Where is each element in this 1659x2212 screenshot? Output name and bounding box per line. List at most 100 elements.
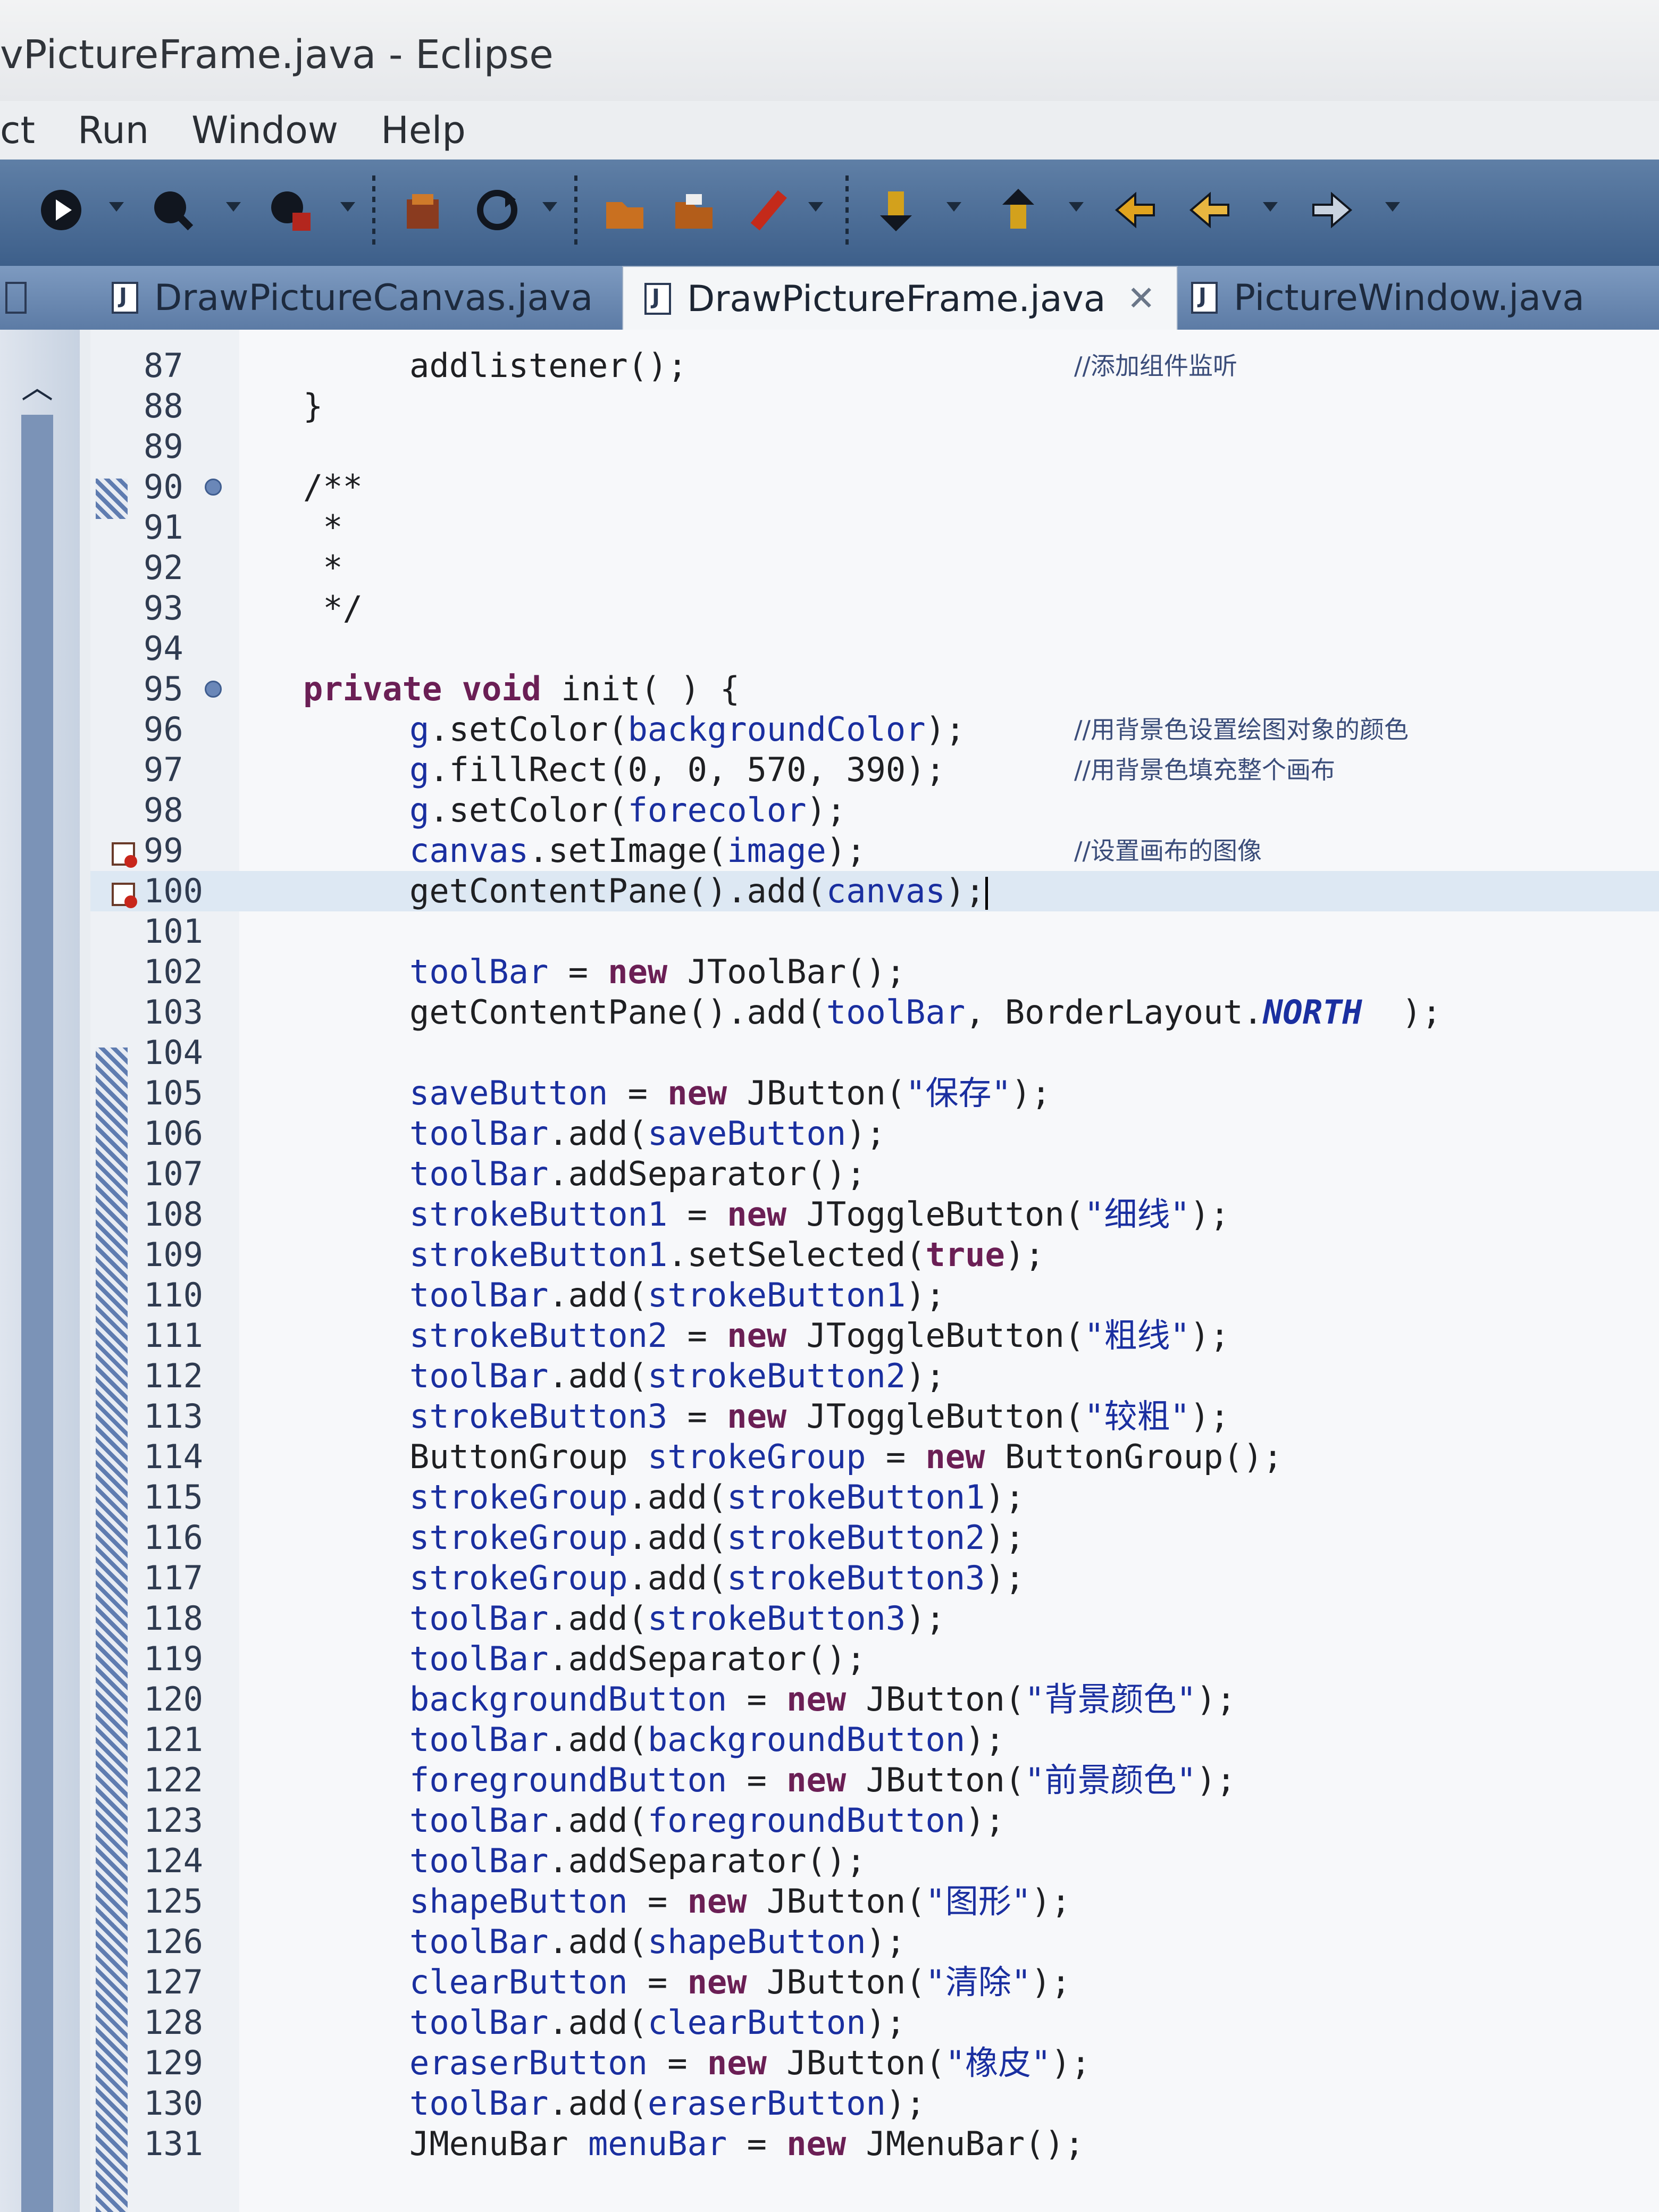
code-line[interactable]: 125 shapeButton = new JButton("图形"); — [90, 1881, 1659, 1922]
code-line[interactable]: 130 toolBar.add(eraserButton); — [90, 2083, 1659, 2124]
code-line[interactable]: 110 toolBar.add(strokeButton1); — [90, 1275, 1659, 1316]
code-text: toolBar.add(saveButton); — [409, 1114, 886, 1153]
line-number: 104 — [144, 1033, 203, 1072]
code-line[interactable]: 124 toolBar.addSeparator(); — [90, 1841, 1659, 1881]
code-line[interactable]: 129 eraserButton = new JButton("橡皮"); — [90, 2043, 1659, 2083]
code-text: getContentPane().add(toolBar, BorderLayo… — [409, 993, 1442, 1032]
code-line[interactable]: 88} — [90, 386, 1659, 426]
code-line[interactable]: 122 foregroundButton = new JButton("前景颜色"… — [90, 1760, 1659, 1800]
fold-toggle-icon[interactable] — [205, 479, 222, 496]
code-line[interactable]: 127 clearButton = new JButton("清除"); — [90, 1962, 1659, 2002]
code-line[interactable]: 103 getContentPane().add(toolBar, BorderL… — [90, 992, 1659, 1033]
code-line[interactable]: 126 toolBar.add(shapeButton); — [90, 1922, 1659, 1962]
code-line[interactable]: 108 strokeButton1 = new JToggleButton("细线… — [90, 1194, 1659, 1235]
code-text: g.fillRect(0, 0, 570, 390); — [409, 750, 945, 789]
code-line[interactable]: 128 toolBar.add(clearButton); — [90, 2002, 1659, 2043]
edit-icon[interactable] — [739, 181, 798, 239]
open-type-icon[interactable] — [596, 181, 654, 239]
code-text: canvas.setImage(image); — [409, 831, 866, 870]
code-text: toolBar.addSeparator(); — [409, 1841, 866, 1880]
code-text: strokeButton1 = new JToggleButton("细线"); — [409, 1195, 1230, 1234]
error-marker-icon[interactable] — [112, 878, 138, 908]
code-line[interactable]: 113 strokeButton3 = new JToggleButton("较粗… — [90, 1396, 1659, 1437]
code-text: strokeGroup.add(strokeButton3); — [409, 1559, 1025, 1597]
forward-icon[interactable] — [1303, 181, 1361, 239]
last-edit-icon[interactable] — [1106, 181, 1164, 239]
debug-icon[interactable] — [32, 181, 90, 239]
code-line[interactable]: 115 strokeGroup.add(strokeButton1); — [90, 1477, 1659, 1518]
menu-run[interactable]: Run — [78, 108, 149, 152]
code-editor[interactable]: 87 addlistener();//添加组件监听 88} 89 90/** 91 * 92… — [90, 330, 1659, 2212]
code-line[interactable]: 95 private void init( ) { — [90, 669, 1659, 709]
new-package-icon[interactable] — [393, 181, 452, 239]
tab-picturewindow[interactable]: PictureWindow.java — [1170, 266, 1606, 330]
chevron-up-icon[interactable]: ︿ — [21, 362, 53, 408]
code-line[interactable]: 109 strokeButton1.setSelected(true); — [90, 1235, 1659, 1275]
line-number: 115 — [144, 1478, 203, 1516]
code-line[interactable]: 106 toolBar.add(saveButton); — [90, 1113, 1659, 1154]
code-line[interactable]: 105 saveButton = new JButton("保存"); — [90, 1073, 1659, 1113]
tab-label: DrawPictureCanvas.java — [154, 276, 593, 319]
line-number: 109 — [144, 1235, 203, 1274]
code-text: toolBar.add(foregroundButton); — [409, 1801, 1005, 1840]
code-line[interactable]: 111 strokeButton2 = new JToggleButton("粗线… — [90, 1316, 1659, 1356]
code-line[interactable]: 120 backgroundButton = new JButton("背景颜色"… — [90, 1679, 1659, 1720]
external-tools-icon[interactable] — [261, 181, 319, 239]
line-number: 118 — [144, 1599, 203, 1638]
code-text: /** — [303, 467, 363, 506]
code-line[interactable]: 112 toolBar.add(strokeButton2); — [90, 1356, 1659, 1396]
close-tab-icon[interactable]: ✕ — [1127, 279, 1155, 319]
code-line[interactable]: 89 — [90, 426, 1659, 467]
tab-label: PictureWindow.java — [1234, 276, 1585, 319]
next-annotation-icon[interactable] — [867, 181, 925, 239]
code-comment: //设置画布的图像 — [1074, 836, 1262, 865]
line-number: 127 — [144, 1963, 203, 2001]
code-line[interactable]: 98 g.setColor(forecolor); — [90, 790, 1659, 831]
menu-help[interactable]: Help — [381, 108, 466, 152]
minimize-icon[interactable] — [5, 282, 27, 314]
code-text: clearButton = new JButton("清除"); — [409, 1963, 1071, 2001]
code-line[interactable]: 94 — [90, 629, 1659, 669]
code-text: toolBar.add(strokeButton1); — [409, 1276, 945, 1314]
code-line[interactable]: 118 toolBar.add(strokeButton3); — [90, 1598, 1659, 1639]
code-line[interactable]: 117 strokeGroup.add(strokeButton3); — [90, 1558, 1659, 1598]
menu-project[interactable]: ct — [0, 108, 35, 152]
code-line[interactable]: 99 canvas.setImage(image); //设置画布的图像 — [90, 831, 1659, 871]
line-number: 128 — [144, 2003, 203, 2042]
code-line[interactable]: 87 addlistener(); //添加组件监听 — [90, 346, 1659, 386]
code-text: toolBar.add(clearButton); — [409, 2003, 906, 2042]
code-line[interactable]: 96 g.setColor(backgroundColor); //用背景色设置绘图… — [90, 709, 1659, 750]
overview-ruler[interactable] — [21, 415, 53, 2212]
run-icon[interactable] — [144, 181, 202, 239]
tab-drawpicturecanvas[interactable]: DrawPictureCanvas.java — [90, 266, 614, 330]
code-line[interactable]: 97 g.fillRect(0, 0, 570, 390); //用背景色填充整个画… — [90, 750, 1659, 790]
line-number: 117 — [144, 1559, 203, 1597]
line-number: 101 — [144, 912, 203, 951]
code-line[interactable]: 107 toolBar.addSeparator(); — [90, 1154, 1659, 1194]
fold-toggle-icon[interactable] — [205, 681, 222, 698]
code-line[interactable]: 123 toolBar.add(foregroundButton); — [90, 1800, 1659, 1841]
code-line[interactable]: 91 * — [90, 507, 1659, 548]
back-icon[interactable] — [1180, 181, 1239, 239]
code-line[interactable]: 100 getContentPane().add(canvas); — [90, 871, 1659, 911]
code-line[interactable]: 116 strokeGroup.add(strokeButton2); — [90, 1518, 1659, 1558]
code-line[interactable]: 121 toolBar.add(backgroundButton); — [90, 1720, 1659, 1760]
open-task-icon[interactable] — [665, 181, 723, 239]
code-line[interactable]: 114 ButtonGroup strokeGroup = new ButtonG… — [90, 1437, 1659, 1477]
error-marker-icon[interactable] — [112, 837, 138, 868]
code-line[interactable]: 119 toolBar.addSeparator(); — [90, 1639, 1659, 1679]
code-line[interactable]: 90/** — [90, 467, 1659, 507]
code-text: g.setColor(backgroundColor); — [409, 710, 966, 749]
tab-drawpictureframe[interactable]: DrawPictureFrame.java ✕ — [622, 266, 1178, 331]
previous-annotation-icon[interactable] — [989, 181, 1048, 239]
code-line[interactable]: 92 * — [90, 548, 1659, 588]
code-text: saveButton = new JButton("保存"); — [409, 1074, 1051, 1112]
refresh-icon[interactable] — [468, 181, 526, 239]
code-line[interactable]: 102 toolBar = new JToolBar(); — [90, 952, 1659, 992]
menu-window[interactable]: Window — [191, 108, 338, 152]
code-line[interactable]: 93 */ — [90, 588, 1659, 629]
code-line[interactable]: 131 JMenuBar menuBar = new JMenuBar(); — [90, 2124, 1659, 2164]
code-line[interactable]: 104 — [90, 1033, 1659, 1073]
code-line[interactable]: 101 — [90, 911, 1659, 952]
line-number: 131 — [144, 2124, 203, 2163]
